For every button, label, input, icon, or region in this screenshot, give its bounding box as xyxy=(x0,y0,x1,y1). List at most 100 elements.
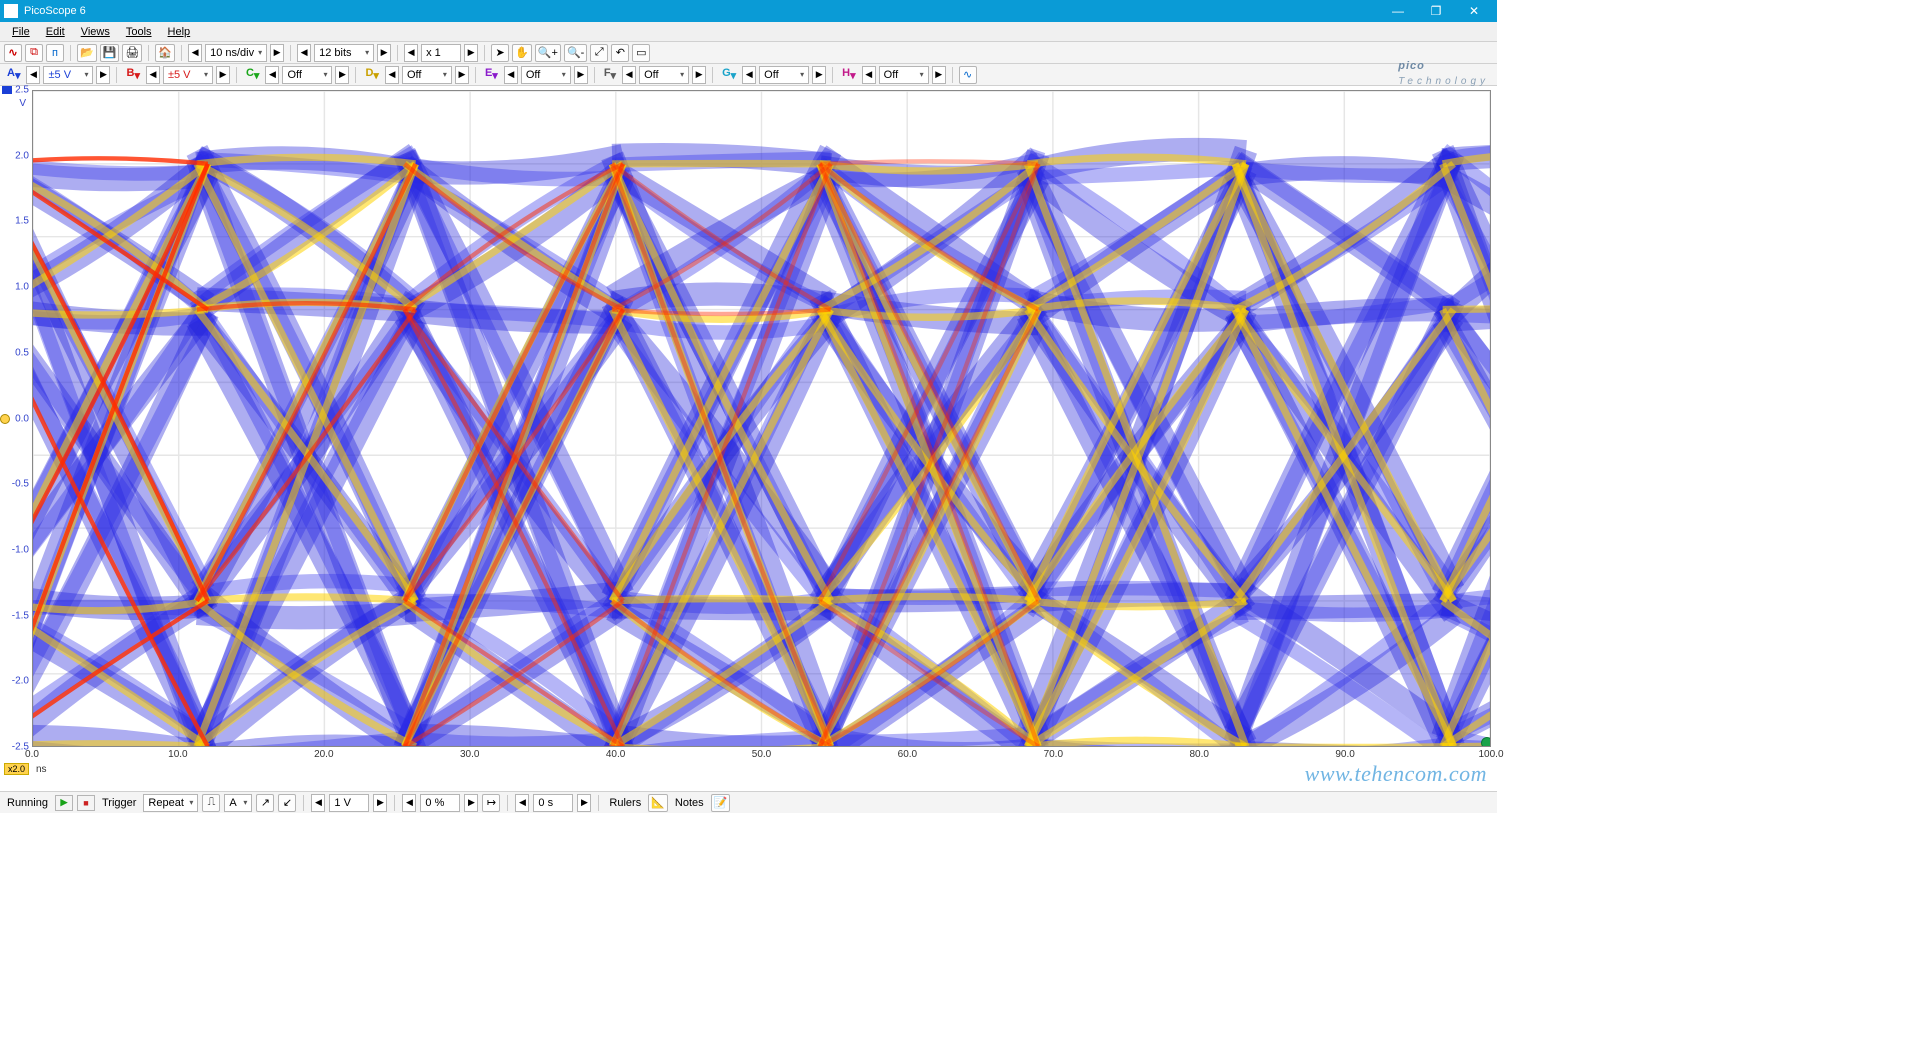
delay-prev[interactable]: ◀ xyxy=(515,794,529,812)
channel-a-range-next[interactable]: ▶ xyxy=(96,66,110,84)
channel-b-range-combo[interactable]: ±5 V▾ xyxy=(163,66,213,84)
menu-views[interactable]: Views xyxy=(73,24,118,40)
bits-next[interactable]: ▶ xyxy=(377,44,391,62)
app-icon xyxy=(4,4,18,18)
channel-g-label[interactable]: G▾ xyxy=(719,67,739,82)
close-button[interactable]: ✕ xyxy=(1455,0,1493,22)
persistence-mode-icon[interactable]: ⧉ xyxy=(25,44,43,62)
timebase-next[interactable]: ▶ xyxy=(270,44,284,62)
trigger-level-combo[interactable]: 1 V xyxy=(329,794,369,812)
channel-b-range-next[interactable]: ▶ xyxy=(216,66,230,84)
math-channel-icon[interactable]: ∿ xyxy=(959,66,977,84)
zoom-fit-icon[interactable]: ⤢ xyxy=(590,44,608,62)
channel-d-range-combo[interactable]: Off▾ xyxy=(402,66,452,84)
bits-prev[interactable]: ◀ xyxy=(297,44,311,62)
channel-g-range-combo[interactable]: Off▾ xyxy=(759,66,809,84)
open-icon[interactable]: 📂 xyxy=(77,44,97,62)
maximize-button[interactable]: ❐ xyxy=(1417,0,1455,22)
x-tick: 0.0 xyxy=(25,749,39,760)
scope-mode-icon[interactable]: ∿ xyxy=(4,44,22,62)
notes-icon[interactable]: 📝 xyxy=(711,794,731,812)
channel-c-range-combo[interactable]: Off▾ xyxy=(282,66,332,84)
timebase-prev[interactable]: ◀ xyxy=(188,44,202,62)
bits-combo[interactable]: 12 bits▾ xyxy=(314,44,374,62)
rulers-label[interactable]: Rulers xyxy=(606,797,644,809)
print-icon[interactable]: 🖨 xyxy=(122,44,142,62)
channel-a-label[interactable]: A▾ xyxy=(4,67,23,82)
stop-button[interactable]: ■ xyxy=(77,795,95,811)
delay-next[interactable]: ▶ xyxy=(577,794,591,812)
pan-tool-icon[interactable]: ✋ xyxy=(512,44,532,62)
pretrigger-prev[interactable]: ◀ xyxy=(402,794,416,812)
channel-c-label[interactable]: C▾ xyxy=(243,67,262,82)
notes-label[interactable]: Notes xyxy=(672,797,707,809)
level-next[interactable]: ▶ xyxy=(373,794,387,812)
rulers-icon[interactable]: 📐 xyxy=(648,794,668,812)
channel-f-range-combo[interactable]: Off▾ xyxy=(639,66,689,84)
zero-marker-icon[interactable] xyxy=(0,414,10,424)
x-tick: 90.0 xyxy=(1335,749,1354,760)
y-tick: 2.0 xyxy=(15,150,29,161)
home-icon[interactable]: 🏠 xyxy=(155,44,175,62)
x-tick: 100.0 xyxy=(1478,749,1503,760)
delay-combo[interactable]: 0 s xyxy=(533,794,573,812)
channel-h-range-prev[interactable]: ◀ xyxy=(862,66,876,84)
channel-b-label[interactable]: B▾ xyxy=(123,67,142,82)
zoom-next[interactable]: ▶ xyxy=(464,44,478,62)
channel-g-range-prev[interactable]: ◀ xyxy=(742,66,756,84)
zoom-prev[interactable]: ◀ xyxy=(404,44,418,62)
channel-b-range-prev[interactable]: ◀ xyxy=(146,66,160,84)
channel-a-marker-icon[interactable] xyxy=(2,86,12,94)
spectrum-mode-icon[interactable]: ᴨ xyxy=(46,44,64,62)
channel-e-range-next[interactable]: ▶ xyxy=(574,66,588,84)
channel-c-range-next[interactable]: ▶ xyxy=(335,66,349,84)
trigger-channel-combo[interactable]: A▾ xyxy=(224,794,252,812)
trigger-marker-icon[interactable] xyxy=(1481,737,1491,747)
channel-e-range-prev[interactable]: ◀ xyxy=(504,66,518,84)
y-tick: -2.0 xyxy=(12,676,29,687)
channel-e-range-combo[interactable]: Off▾ xyxy=(521,66,571,84)
menu-tools[interactable]: Tools xyxy=(118,24,160,40)
channel-f-range-next[interactable]: ▶ xyxy=(692,66,706,84)
channel-f-label[interactable]: F▾ xyxy=(601,67,619,82)
zoom-value: x 1 xyxy=(426,47,441,59)
menu-file[interactable]: File xyxy=(4,24,38,40)
channel-g-range-next[interactable]: ▶ xyxy=(812,66,826,84)
channel-h-range-combo[interactable]: Off▾ xyxy=(879,66,929,84)
zoom-combo[interactable]: x 1 xyxy=(421,44,461,62)
y-tick: 1.5 xyxy=(15,216,29,227)
channel-e-label[interactable]: E▾ xyxy=(482,67,501,82)
channel-h-range-next[interactable]: ▶ xyxy=(932,66,946,84)
y-tick: 2.5 xyxy=(15,85,29,96)
zoom-in-icon[interactable]: 🔍+ xyxy=(535,44,561,62)
minimize-button[interactable]: — xyxy=(1379,0,1417,22)
undo-zoom-icon[interactable]: ↶ xyxy=(611,44,629,62)
trigger-mode-combo[interactable]: Repeat▾ xyxy=(143,794,198,812)
menu-edit[interactable]: Edit xyxy=(38,24,73,40)
channel-h-label[interactable]: H▾ xyxy=(839,67,858,82)
timebase-combo[interactable]: 10 ns/div▾ xyxy=(205,44,267,62)
trigger-falling-icon[interactable]: ↙ xyxy=(278,794,296,812)
pretrigger-combo[interactable]: 0 % xyxy=(420,794,460,812)
pretrigger-next[interactable]: ▶ xyxy=(464,794,478,812)
channel-a-range-combo[interactable]: ±5 V▾ xyxy=(43,66,93,84)
pretrigger-extra-icon[interactable]: ↦ xyxy=(482,794,500,812)
pointer-tool-icon[interactable]: ➤ xyxy=(491,44,509,62)
channel-d-range-next[interactable]: ▶ xyxy=(455,66,469,84)
channel-c-range-prev[interactable]: ◀ xyxy=(265,66,279,84)
bits-value: 12 bits xyxy=(319,47,351,59)
channel-a-range-prev[interactable]: ◀ xyxy=(26,66,40,84)
channel-f-range-prev[interactable]: ◀ xyxy=(622,66,636,84)
trigger-rising-icon[interactable]: ↗ xyxy=(256,794,274,812)
zoom-out-icon[interactable]: 🔍- xyxy=(564,44,587,62)
level-prev[interactable]: ◀ xyxy=(311,794,325,812)
menu-help[interactable]: Help xyxy=(160,24,199,40)
marquee-zoom-icon[interactable]: ▭ xyxy=(632,44,650,62)
save-icon[interactable]: 💾 xyxy=(100,44,120,62)
run-button[interactable]: ▶ xyxy=(55,795,73,811)
channel-d-range-prev[interactable]: ◀ xyxy=(385,66,399,84)
x-axis: 0.010.020.030.040.050.060.070.080.090.01… xyxy=(32,749,1491,763)
plot-area[interactable] xyxy=(32,90,1491,747)
channel-d-label[interactable]: D▾ xyxy=(362,67,381,82)
trigger-edge-icon[interactable]: ⎍ xyxy=(202,794,220,812)
